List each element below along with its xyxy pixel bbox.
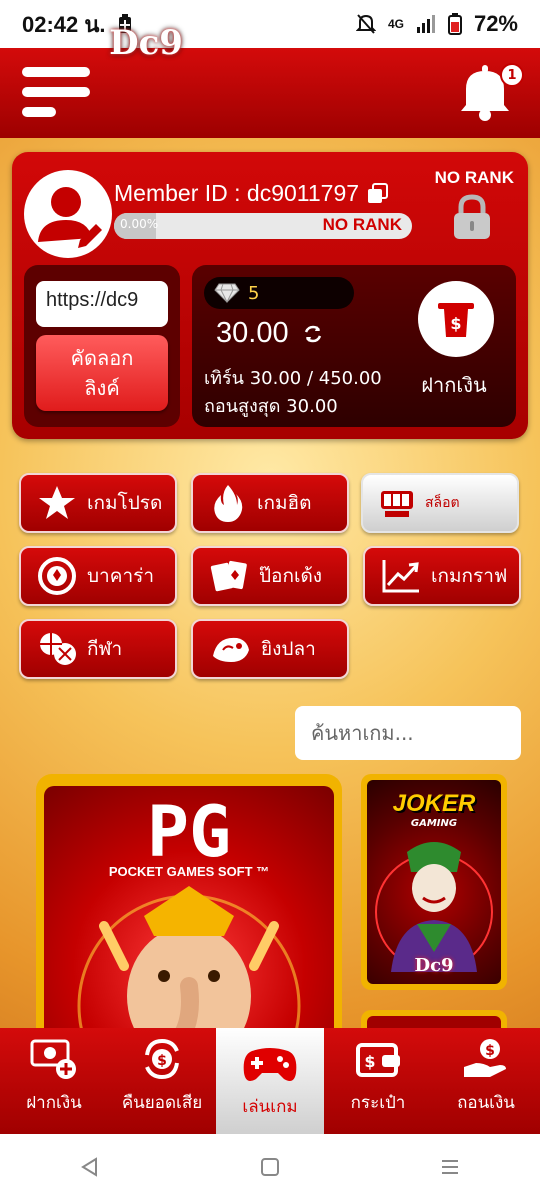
user-edit-icon — [38, 187, 102, 248]
hamburger-menu-icon[interactable] — [22, 67, 90, 119]
sports-balls-icon — [40, 633, 76, 665]
category-hot[interactable]: เกมฮิต — [191, 473, 349, 533]
status-bar: 02:42 น. 4G 72% — [0, 0, 540, 48]
category-label: เกมฮิต — [257, 492, 312, 514]
joker-title: JOKER — [392, 790, 476, 817]
rank-progress-bar: 0.00% NO RANK — [114, 213, 412, 239]
rank-bar-label: NO RANK — [322, 215, 402, 234]
recent-apps-icon[interactable] — [439, 1156, 461, 1178]
gem-count: 5 — [248, 282, 260, 304]
trend-graph-icon — [382, 560, 419, 593]
ganesha-illustration — [77, 886, 301, 1044]
status-time: 02:42 น. — [22, 11, 106, 37]
referral-link-panel: https://dc9 คัดลอก ลิงค์ — [24, 265, 180, 427]
pg-subtitle: POCKET GAMES SOFT ™ — [108, 864, 270, 879]
deposit-cash-icon — [30, 1039, 76, 1079]
category-baccarat[interactable]: บาคาร่า — [19, 546, 177, 606]
slot-machine-icon — [381, 491, 413, 517]
category-label: สล็อต — [425, 495, 460, 511]
pg-artwork: PG POCKET GAMES SOFT ™ — [44, 786, 334, 1044]
withdraw-icon: $ — [464, 1039, 506, 1077]
atm-deposit-icon: $ — [438, 303, 474, 337]
fire-icon — [214, 485, 243, 522]
cashback-icon: $ — [145, 1038, 179, 1080]
nav-label: ฝากเงิน — [26, 1093, 82, 1113]
game-search-input[interactable] — [295, 706, 521, 760]
provider-card-joker[interactable]: JOKER GAMING Dc9 — [361, 774, 507, 990]
brand-logo[interactable]: Dc9 — [106, 18, 186, 68]
copy-link-button[interactable]: คัดลอก ลิงค์ — [36, 335, 168, 411]
category-fishing[interactable]: ยิงปลา — [191, 619, 349, 679]
member-id-text: Member ID : dc9011797 — [114, 180, 360, 206]
category-label: กีฬา — [87, 638, 123, 660]
category-label: ยิงปลา — [261, 638, 316, 660]
playing-cards-icon — [210, 560, 247, 592]
star-icon — [39, 486, 75, 519]
gamepad-icon — [243, 1048, 297, 1081]
balance-value: 30.00 — [216, 317, 289, 349]
deposit-button[interactable]: $ — [418, 281, 494, 357]
category-label: เกมกราฟ — [431, 565, 508, 587]
member-id: Member ID : dc9011797 — [114, 180, 389, 207]
nav-label: คืนยอดเสีย — [121, 1093, 203, 1113]
top-app-bar: 1 — [0, 48, 540, 138]
category-label: ป๊อกเด้ง — [259, 565, 323, 587]
nav-cashback[interactable]: $ คืนยอดเสีย — [108, 1028, 216, 1134]
refresh-icon[interactable] — [303, 324, 323, 344]
category-graph[interactable]: เกมกราฟ — [363, 546, 521, 606]
gem-count-pill: 5 — [204, 277, 354, 309]
network-type: 4G — [387, 17, 404, 31]
svg-text:$: $ — [485, 1043, 495, 1059]
category-label: เกมโปรด — [87, 492, 163, 514]
nav-label: เล่นเกม — [242, 1097, 298, 1117]
avatar[interactable] — [24, 170, 112, 258]
category-favorite[interactable]: เกมโปรด — [19, 473, 177, 533]
svg-text:$: $ — [450, 314, 461, 333]
category-slot[interactable]: สล็อต — [361, 473, 519, 533]
deposit-label: ฝากเงิน — [421, 373, 487, 397]
svg-text:$: $ — [157, 1053, 167, 1069]
max-withdraw-text: ถอนสูงสุด 30.00 — [204, 396, 338, 417]
nav-play-game[interactable]: เล่นเกม — [216, 1028, 324, 1134]
pg-logo: PG — [147, 792, 231, 872]
pg-logo-text: PG — [147, 792, 231, 872]
balance: 30.00 — [216, 317, 323, 350]
nav-deposit[interactable]: ฝากเงิน — [0, 1028, 108, 1134]
notification-button[interactable]: 1 — [458, 63, 524, 123]
battery-icon — [447, 13, 462, 35]
mute-notification-icon — [355, 14, 376, 34]
casino-chip-icon — [38, 557, 76, 595]
nav-wallet[interactable]: $ กระเป๋า — [324, 1028, 432, 1134]
nav-withdraw[interactable]: $ ถอนเงิน — [432, 1028, 540, 1134]
svg-text:$: $ — [364, 1052, 375, 1071]
bottom-navigation: ฝากเงิน $ คืนยอดเสีย เล่นเกม $ กระเป๋า $ — [0, 1028, 540, 1134]
lock-icon — [454, 194, 490, 239]
battery-percent: 72% — [473, 11, 518, 36]
provider-card-pg[interactable]: PG POCKET GAMES SOFT ™ — [36, 774, 342, 1044]
back-icon[interactable] — [79, 1156, 101, 1178]
signal-icon — [416, 15, 435, 33]
referral-link-field[interactable]: https://dc9 — [36, 281, 168, 327]
category-pokdeng[interactable]: ป๊อกเด้ง — [191, 546, 349, 606]
wallet-panel: 5 30.00 เทิร์น 30.00 / 450.00 ถอนสูงสุด … — [192, 265, 516, 427]
home-icon[interactable] — [259, 1156, 281, 1178]
rank-progress-percent: 0.00% — [120, 217, 159, 231]
fish-icon — [213, 637, 249, 662]
copy-icon[interactable] — [367, 182, 389, 205]
system-navigation-bar — [0, 1134, 540, 1200]
category-label: บาคาร่า — [87, 565, 154, 587]
joker-subtitle: GAMING — [410, 818, 458, 829]
rank-label: NO RANK — [434, 168, 514, 187]
category-sports[interactable]: กีฬา — [19, 619, 177, 679]
joker-artwork: JOKER GAMING Dc9 — [367, 780, 501, 984]
joker-badge: Dc9 — [414, 955, 454, 976]
member-card: Member ID : dc9011797 0.00% NO RANK NO R… — [12, 152, 528, 439]
nav-label: ถอนเงิน — [457, 1093, 515, 1113]
turnover-text: เทิร์น 30.00 / 450.00 — [204, 368, 382, 389]
diamond-icon — [214, 283, 240, 303]
notification-badge: 1 — [500, 63, 524, 87]
wallet-icon: $ — [356, 1043, 400, 1077]
nav-label: กระเป๋า — [350, 1093, 406, 1113]
